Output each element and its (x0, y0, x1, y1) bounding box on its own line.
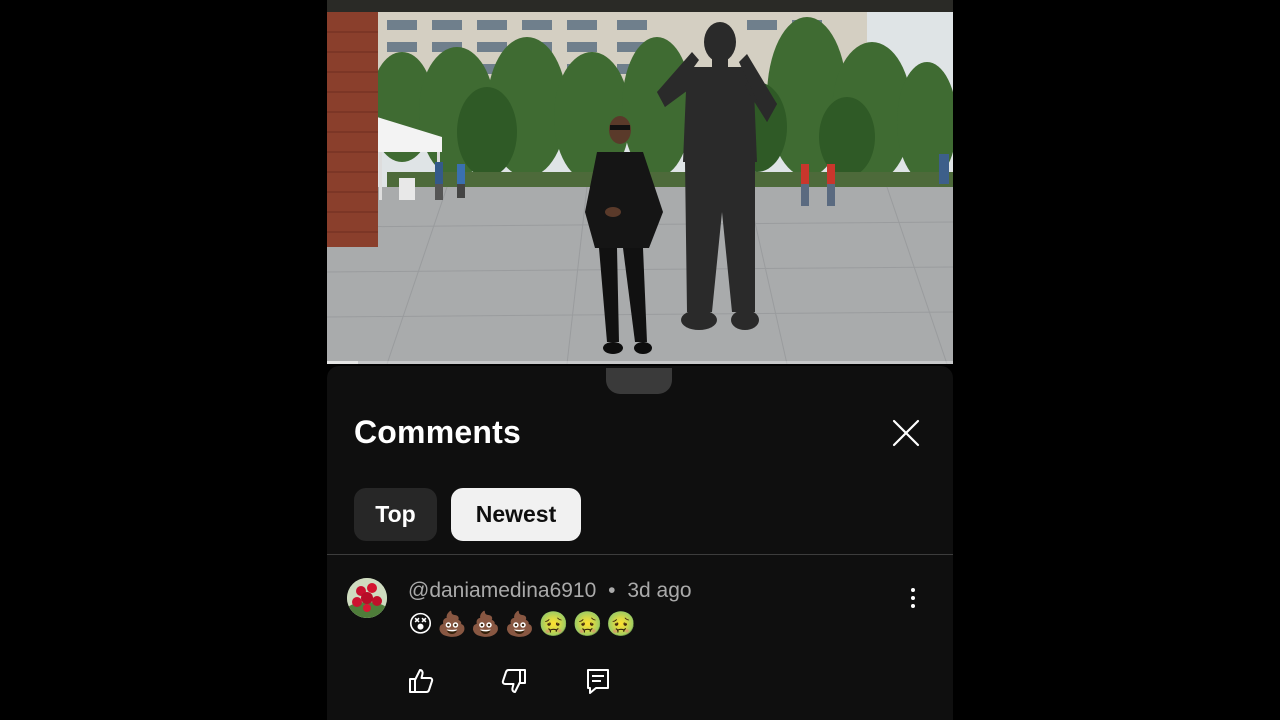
thumb-up-icon (409, 669, 434, 693)
video-player[interactable] (327, 12, 953, 364)
video-progress-track[interactable] (327, 361, 953, 364)
comment-text: 😵💩💩💩🤢🤢🤢 (408, 610, 641, 638)
comments-sheet: Comments Top Newest @daniamedina6910 • 3… (327, 366, 953, 720)
sheet-divider (327, 554, 953, 555)
thumb-down-icon (501, 669, 526, 693)
comment-time: 3d ago (627, 579, 692, 602)
comment-author[interactable]: @daniamedina6910 (408, 579, 596, 602)
reply-comment-icon (587, 669, 609, 694)
video-frame (327, 12, 953, 364)
like-button[interactable] (406, 666, 436, 696)
sort-chip-top[interactable]: Top (354, 488, 437, 541)
more-vert-icon (911, 588, 915, 608)
avatar-roses-image (347, 578, 387, 618)
comments-title: Comments (354, 414, 521, 450)
comment-meta: @daniamedina6910 • 3d ago (408, 579, 692, 603)
close-button[interactable] (889, 416, 923, 450)
top-status-strip (327, 0, 953, 12)
dislike-button[interactable] (499, 666, 529, 696)
close-icon (892, 419, 920, 447)
app-screen: Comments Top Newest @daniamedina6910 • 3… (327, 0, 953, 720)
avatar[interactable] (347, 578, 387, 618)
comment-more-button[interactable] (901, 586, 925, 610)
sheet-drag-handle[interactable] (606, 368, 672, 394)
sort-chip-newest[interactable]: Newest (451, 488, 581, 541)
reply-button[interactable] (583, 666, 613, 696)
meta-separator: • (608, 579, 616, 602)
video-progress-fill (327, 361, 359, 364)
